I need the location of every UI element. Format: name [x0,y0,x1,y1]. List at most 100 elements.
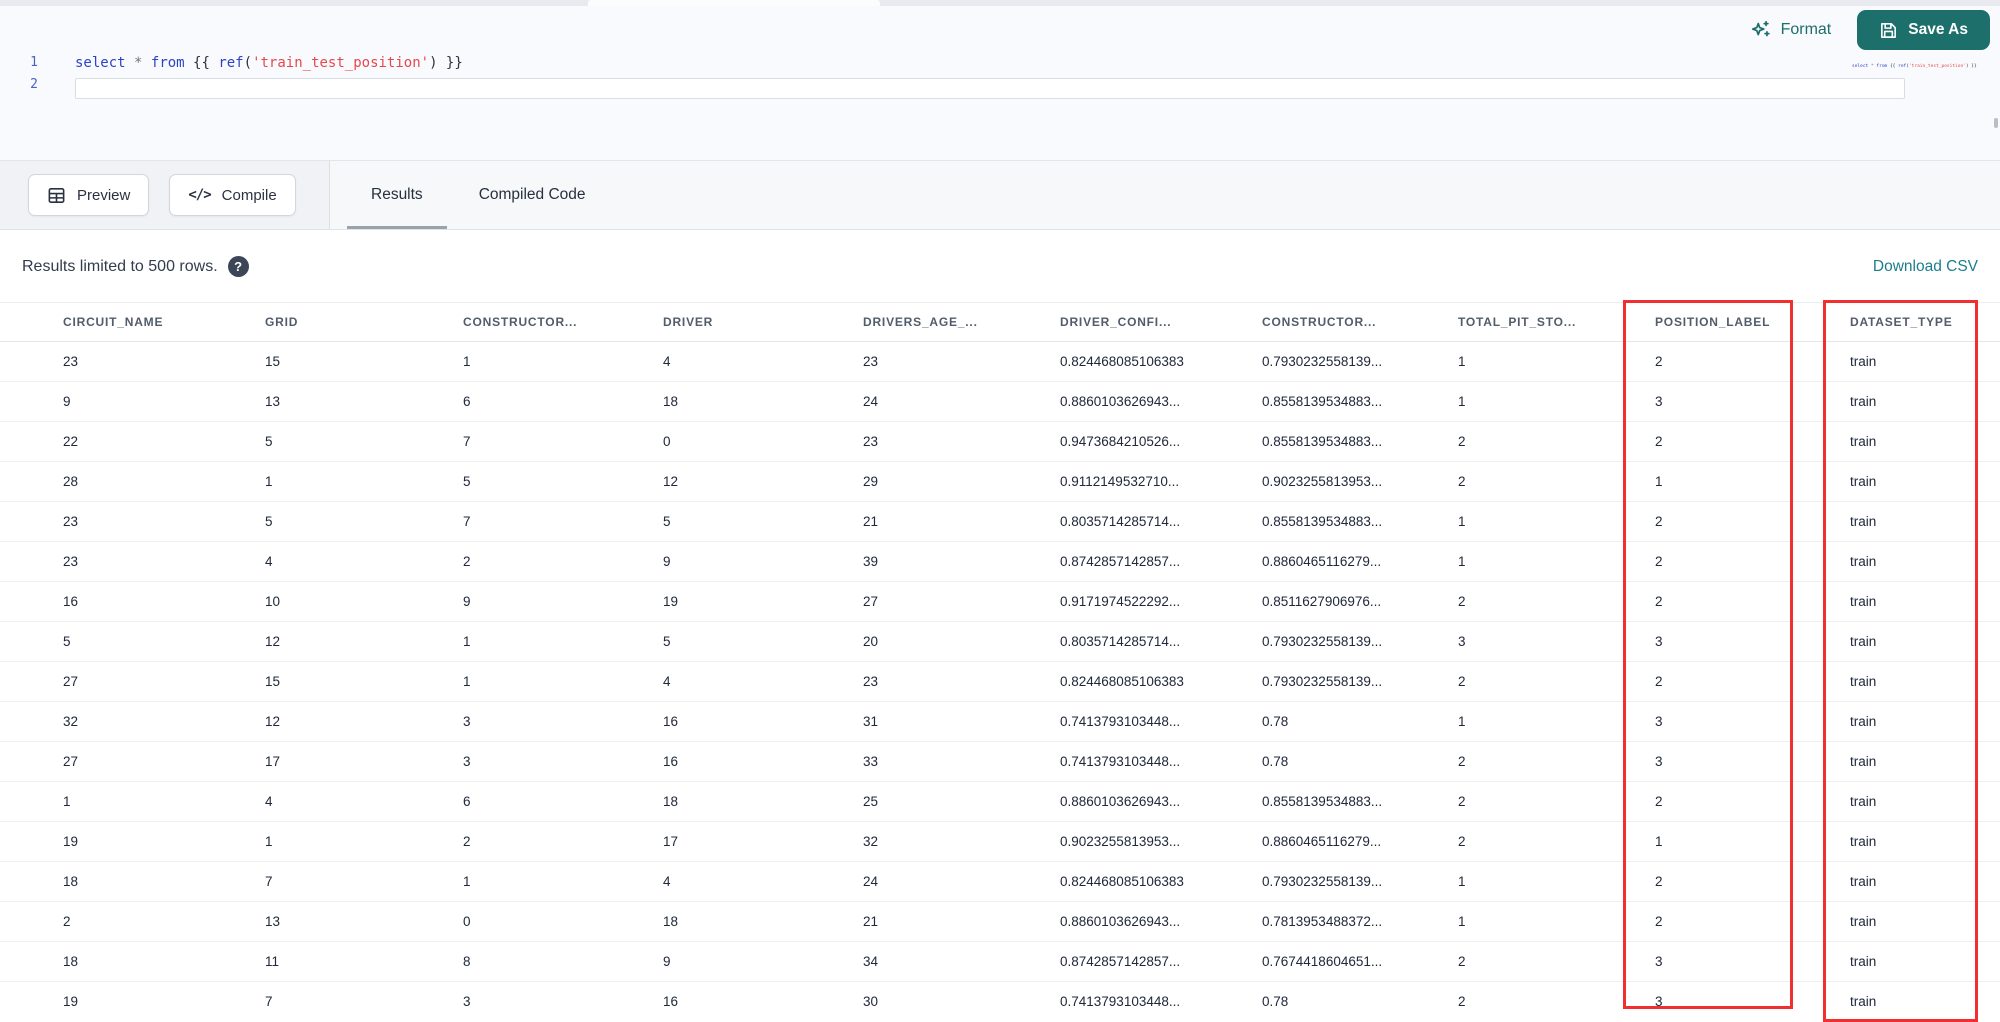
table-cell: 2 [1655,794,1663,809]
table-cell: 4 [663,674,671,689]
table-row: 2 13 0 18 21 0.8860103626943... 0.781395348837… [0,902,2000,942]
table-cell: 1 [1655,474,1663,489]
code-area[interactable]: select * from {{ ref('train_test_positio… [75,52,1905,99]
table-row: 16 10 9 19 27 0.9171974522292... 0.85116279069… [0,582,2000,622]
table-cell: 33 [863,754,879,769]
code-token: ( [243,55,253,71]
table-cell: train [1850,794,1877,809]
table-cell: 39 [863,554,879,569]
table-cell: 1 [1458,354,1466,369]
table-cell: 0.8035714285714... [1060,514,1181,529]
table-cell: train [1850,714,1877,729]
table-cell: 20 [863,634,879,649]
tab-results[interactable]: Results [347,161,447,229]
table-cell: 7 [265,994,273,1009]
table-cell: 9 [463,594,471,609]
table-cell: 12 [265,714,281,729]
table-row: 22 5 7 0 23 0.9473684210526... 0.8558139534883… [0,422,2000,462]
editor-scrollbar[interactable] [1994,118,1998,128]
table-cell: 9 [663,954,671,969]
table-cell: 29 [863,474,879,489]
download-csv-link[interactable]: Download CSV [1873,258,1978,276]
table-cell: 0.824468085106383 [1060,354,1184,369]
table-cell: 18 [63,874,79,889]
save-as-button[interactable]: Save As [1857,10,1990,50]
table-cell: 8 [463,954,471,969]
editor-minimap[interactable]: select * from {{ ref('train_test_positio… [1852,54,1992,158]
table-cell: train [1850,474,1877,489]
table-cell: train [1850,834,1877,849]
table-cell: 0.8558139534883... [1262,434,1383,449]
compile-button[interactable]: </> Compile [169,174,296,216]
compile-label: Compile [221,186,277,204]
table-cell: 2 [1458,474,1466,489]
row-limit-text: Results limited to 500 rows. [22,257,218,275]
table-cell: 0 [663,434,671,449]
table-cell: train [1850,914,1877,929]
table-cell: 1 [463,674,471,689]
sql-editor-pane: Format Save As 12 select * from {{ ref('… [0,6,2000,160]
code-token: {{ [1887,64,1899,69]
table-row: 28 1 5 12 29 0.9112149532710... 0.902325581395… [0,462,2000,502]
code-token: select [75,55,126,71]
table-cell: 24 [863,874,879,889]
table-cell: 2 [1655,434,1663,449]
table-header-row: CIRCUIT_NAME GRID CONSTRUCTOR... DRIVER DRIV… [0,302,2000,342]
code-token: ) }} [429,55,463,71]
table-cell: 6 [463,794,471,809]
table-cell: 1 [1458,874,1466,889]
table-cell: 17 [663,834,679,849]
table-row: 27 17 3 16 33 0.7413793103448... 0.78 2 3 train [0,742,2000,782]
table-cell: 15 [265,354,281,369]
table-cell: 1 [463,354,471,369]
column-header: POSITION_LABEL [1655,315,1771,329]
table-cell: 0.7674418604651... [1262,954,1383,969]
table-cell: train [1850,874,1877,889]
table-cell: 2 [463,554,471,569]
table-cell: 0.8558139534883... [1262,394,1383,409]
table-cell: 18 [63,954,79,969]
table-cell: 0.9171974522292... [1060,594,1181,609]
column-header: CONSTRUCTOR... [1262,315,1377,329]
table-cell: 1 [463,874,471,889]
table-cell: 0.7813953488372... [1262,914,1383,929]
table-cell: 3 [463,994,471,1009]
table-row: 23 4 2 9 39 0.8742857142857... 0.8860465116279… [0,542,2000,582]
table-cell: 5 [463,474,471,489]
tab-compiled-code[interactable]: Compiled Code [455,161,610,229]
format-button[interactable]: Format [1750,19,1831,41]
table-cell: 23 [63,514,79,529]
column-header: GRID [265,315,299,329]
table-cell: 12 [265,634,281,649]
code-line: select * from {{ ref('train_test_positio… [75,52,1840,74]
results-info-bar: Results limited to 500 rows. ? Download … [0,231,2000,302]
table-cell: 1 [1458,914,1466,929]
table-cell: train [1850,434,1877,449]
table-cell: 23 [63,354,79,369]
table-cell: 2 [1458,954,1466,969]
column-header: DRIVERS_AGE_... [863,315,978,329]
table-cell: 0.7413793103448... [1060,714,1181,729]
table-cell: 16 [663,754,679,769]
tab-results-label: Results [371,186,423,203]
table-cell: 18 [663,394,679,409]
table-cell: 13 [265,394,281,409]
sparkles-icon [1750,19,1772,41]
table-cell: 4 [663,354,671,369]
preview-button[interactable]: Preview [28,174,150,216]
table-cell: 2 [1655,594,1663,609]
table-cell: 7 [463,434,471,449]
table-row: 9 13 6 18 24 0.8860103626943... 0.855813953488… [0,382,2000,422]
table-row: 23 5 7 5 21 0.8035714285714... 0.8558139534883… [0,502,2000,542]
table-cell: 10 [265,594,281,609]
column-header: CIRCUIT_NAME [63,315,164,329]
table-cell: 0.8558139534883... [1262,794,1383,809]
help-icon[interactable]: ? [227,256,249,277]
save-as-label: Save As [1908,21,1968,38]
table-body: 23 15 1 4 23 0.824468085106383 0.7930232558139… [0,342,2000,1020]
table-cell: 4 [265,554,273,569]
table-cell: 23 [863,674,879,689]
table-cell: train [1850,754,1877,769]
table-cell: 1 [1458,514,1466,529]
